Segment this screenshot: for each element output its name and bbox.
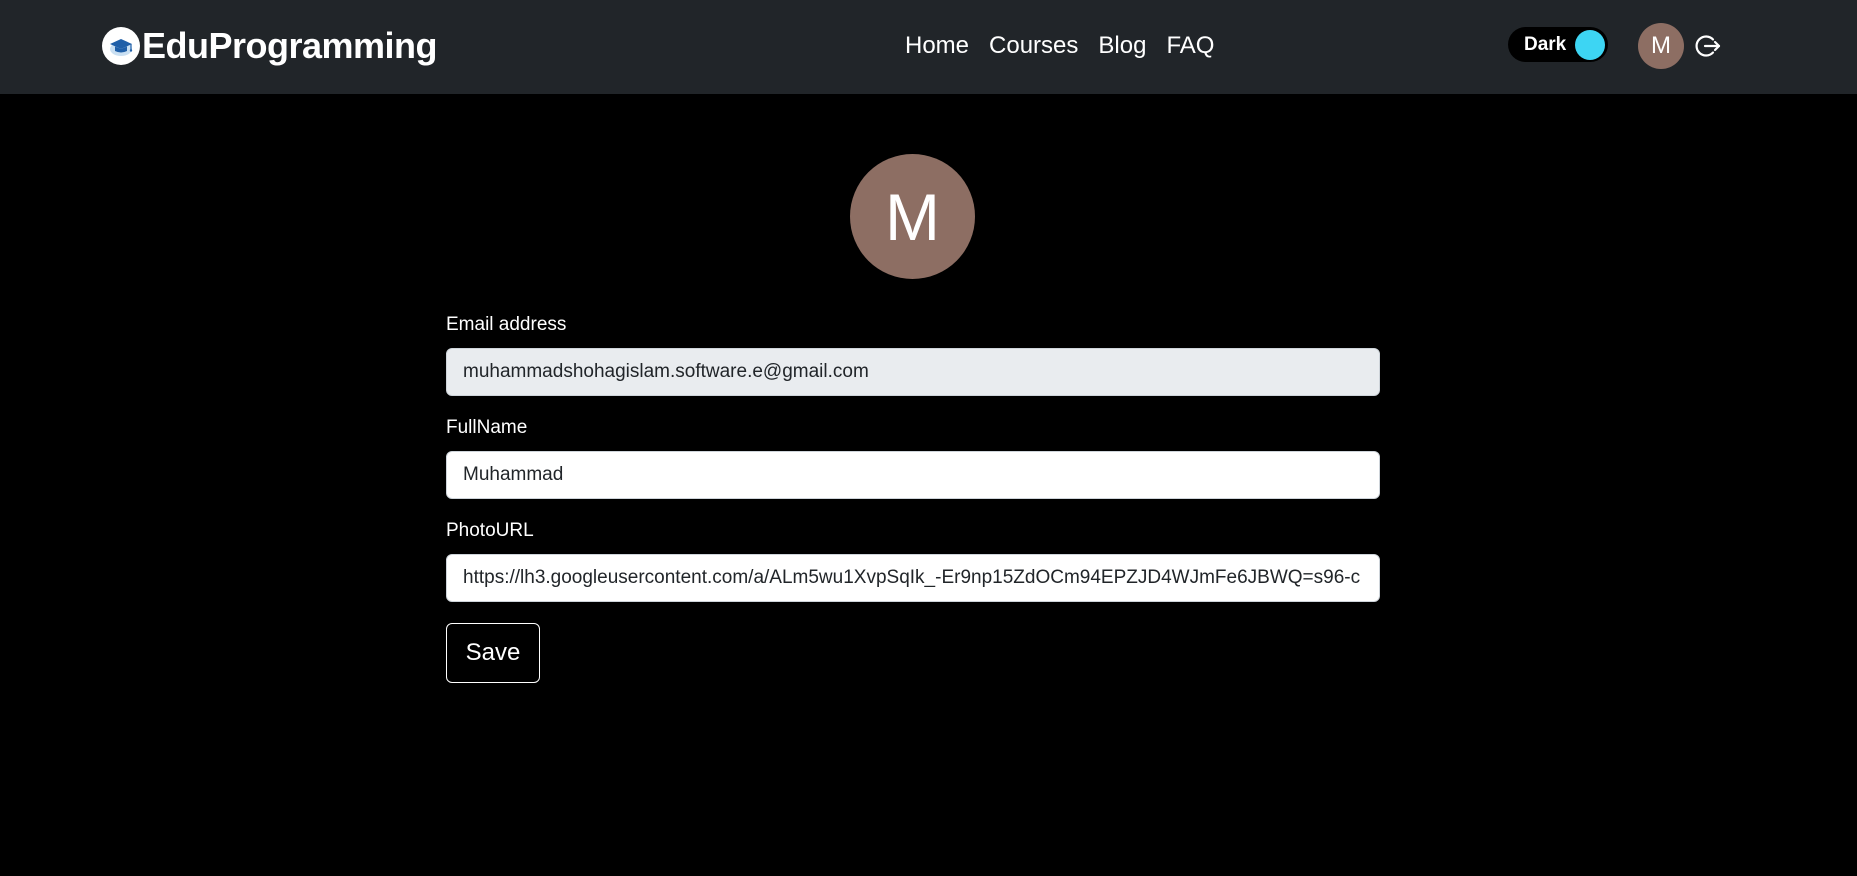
brand-name: EduProgramming <box>142 25 438 66</box>
photourl-label: PhotoURL <box>446 520 534 541</box>
nav-link-courses[interactable]: Courses <box>989 29 1078 63</box>
fullname-field[interactable] <box>446 451 1380 499</box>
email-label: Email address <box>446 314 567 335</box>
toggle-knob <box>1575 30 1605 60</box>
nav-link-faq[interactable]: FAQ <box>1166 29 1214 63</box>
fullname-group: FullName <box>446 413 1380 499</box>
navbar: EduProgramming Home Courses Blog FAQ Dar… <box>0 0 1857 94</box>
profile-form: Email address FullName PhotoURL Save <box>446 310 1380 683</box>
nav-link-blog[interactable]: Blog <box>1098 29 1146 63</box>
user-avatar[interactable]: M <box>1638 23 1684 69</box>
email-field <box>446 348 1380 396</box>
profile-avatar: M <box>850 154 975 279</box>
email-group: Email address <box>446 310 1380 396</box>
logout-icon[interactable] <box>1694 32 1722 60</box>
photourl-field[interactable] <box>446 554 1380 602</box>
nav-links: Home Courses Blog FAQ <box>905 29 1214 63</box>
fullname-label: FullName <box>446 417 528 438</box>
photourl-group: PhotoURL <box>446 516 1380 602</box>
save-button[interactable]: Save <box>446 623 540 683</box>
nav-link-home[interactable]: Home <box>905 29 969 63</box>
graduation-cap-logo-icon <box>102 27 140 65</box>
theme-toggle-label: Dark <box>1524 34 1567 55</box>
theme-toggle[interactable]: Dark <box>1508 27 1608 62</box>
brand-link[interactable]: EduProgramming <box>102 24 438 68</box>
